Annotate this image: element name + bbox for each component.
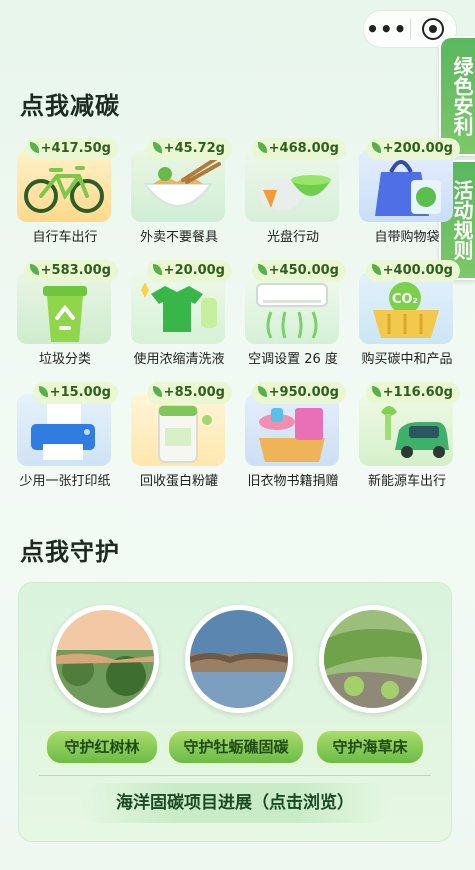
card-label: 垃圾分类 (38, 352, 91, 367)
recycle-bin-icon (17, 272, 111, 344)
protect-seagrass-button[interactable]: 守护海草床 (315, 729, 425, 765)
carbon-badge: +116.60g (365, 382, 460, 404)
card-label: 自带购物袋 (374, 230, 440, 245)
card-concentrated-detergent[interactable]: +20.00g 使用浓缩清洗液 (128, 260, 232, 368)
carbon-badge: +45.72g (146, 138, 232, 160)
carbon-badge: +468.00g (251, 138, 346, 160)
reduce-grid: +417.50g 自行车出行 +45.72g 外卖不要餐具 +468.00g 光… (14, 138, 460, 490)
co2-basket-icon: CO₂ (359, 272, 453, 344)
card-own-bag[interactable]: +200.00g 自带购物袋 (356, 138, 460, 246)
detergent-icon (131, 272, 225, 344)
protect-oyster-reef-button[interactable]: 守护牡蛎礁固碳 (167, 729, 305, 765)
reduce-section-title: 点我减碳 (20, 92, 120, 120)
more-menu-icon[interactable]: ••• (364, 17, 410, 41)
card-label: 旧衣物书籍捐赠 (247, 474, 339, 489)
carbon-badge: +950.00g (251, 382, 346, 404)
card-no-cutlery[interactable]: +45.72g 外卖不要餐具 (128, 138, 232, 246)
noodle-bowl-icon (131, 150, 225, 222)
protect-section-title: 点我守护 (20, 538, 120, 566)
carbon-badge: +200.00g (365, 138, 460, 160)
card-bicycle[interactable]: +417.50g 自行车出行 (14, 138, 118, 246)
card-new-energy-car[interactable]: +116.60g 新能源车出行 (356, 382, 460, 490)
carbon-badge: +400.00g (365, 260, 460, 282)
ocean-carbon-progress-link[interactable]: 海洋固碳项目进展（点击浏览） (81, 783, 389, 823)
carbon-badge: +583.00g (23, 260, 118, 282)
page: ••• 绿色安利 活动规则 点我减碳 +417.50g 自行车出行 +45.72… (0, 0, 475, 870)
shopping-bag-icon (359, 150, 453, 222)
oyster-reef-photo[interactable] (185, 605, 293, 713)
mangrove-photo[interactable] (51, 605, 159, 713)
protect-panel: 守护红树林 守护牡蛎礁固碳 守护海草床 海洋固碳项目进展（点击浏览） (18, 582, 452, 842)
donation-box-icon (245, 394, 339, 466)
card-less-paper[interactable]: +15.00g 少用一张打印纸 (14, 382, 118, 490)
card-label: 空调设置 26 度 (248, 352, 338, 367)
protect-mangrove-button[interactable]: 守护红树林 (45, 729, 159, 765)
card-label: 光盘行动 (266, 230, 319, 245)
protein-can-icon (131, 394, 225, 466)
carbon-badge: +450.00g (251, 260, 346, 282)
card-carbon-neutral-products[interactable]: CO₂ +400.00g 购买碳中和产品 (356, 260, 460, 368)
bicycle-icon (17, 150, 111, 222)
card-donate-clothes-books[interactable]: +950.00g 旧衣物书籍捐赠 (242, 382, 346, 490)
card-label: 购买碳中和产品 (361, 352, 453, 367)
card-label: 外卖不要餐具 (139, 230, 218, 245)
empty-plate-icon (245, 150, 339, 222)
air-conditioner-icon (245, 272, 339, 344)
seagrass-photo[interactable] (319, 605, 427, 713)
ev-car-icon (359, 394, 453, 466)
card-label: 自行车出行 (32, 230, 98, 245)
card-garbage-sorting[interactable]: +583.00g 垃圾分类 (14, 260, 118, 368)
target-icon (422, 18, 445, 40)
carbon-badge: +15.00g (32, 382, 118, 404)
card-ac-26[interactable]: +450.00g 空调设置 26 度 (242, 260, 346, 368)
carbon-badge: +417.50g (23, 138, 118, 160)
card-label: 使用浓缩清洗液 (133, 352, 225, 367)
card-clean-plate[interactable]: +468.00g 光盘行动 (242, 138, 346, 246)
svg-text:CO₂: CO₂ (392, 292, 418, 307)
panel-divider (39, 775, 431, 776)
card-recycle-protein-can[interactable]: +85.00g 回收蛋白粉罐 (128, 382, 232, 490)
printer-icon (17, 394, 111, 466)
card-label: 新能源车出行 (367, 474, 446, 489)
card-label: 回收蛋白粉罐 (139, 474, 218, 489)
carbon-badge: +20.00g (146, 260, 232, 282)
card-label: 少用一张打印纸 (19, 474, 111, 489)
carbon-badge: +85.00g (146, 382, 232, 404)
